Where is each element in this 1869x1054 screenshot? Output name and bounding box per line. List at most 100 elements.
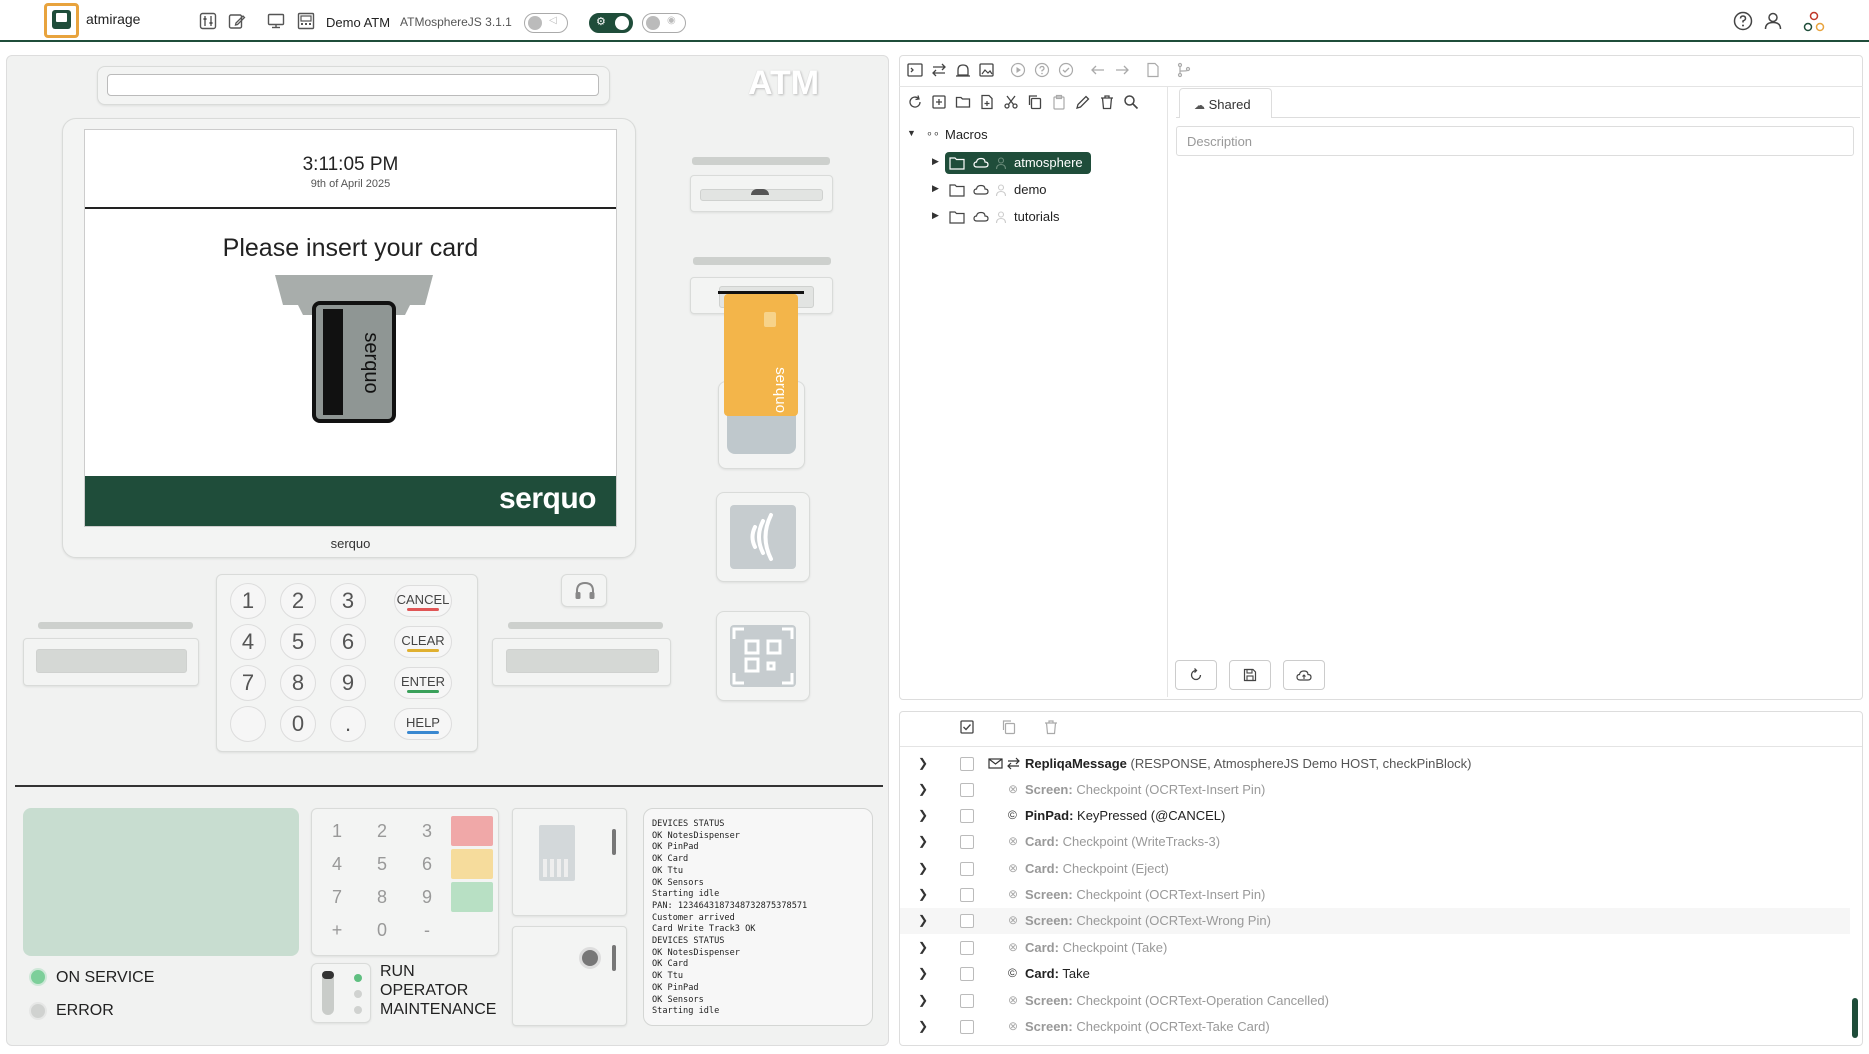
log-row[interactable]: ❯ ⊗ Screen: Checkpoint (OCRText-Operatio… [900, 988, 1850, 1014]
op-key-4[interactable]: 4 [322, 849, 352, 879]
key-dot[interactable]: . [330, 706, 366, 742]
edit-icon[interactable] [228, 12, 246, 30]
op-key-plus[interactable]: + [322, 915, 352, 945]
tree-folder-atmosphere[interactable]: ▶ atmosphere [929, 152, 1159, 174]
tree-root-macros[interactable]: ▼ ∘∘ Macros [907, 124, 1157, 146]
row-checkbox[interactable] [960, 835, 974, 849]
new-file-icon[interactable] [979, 94, 995, 110]
log-row[interactable]: ❯ © Card: Take [900, 961, 1850, 987]
op-key-2[interactable]: 2 [367, 816, 397, 846]
chevron-right-icon[interactable]: ❯ [918, 834, 928, 848]
log-scrollbar[interactable] [1852, 998, 1858, 1038]
row-checkbox[interactable] [960, 967, 974, 981]
op-key-minus[interactable]: - [412, 915, 442, 945]
atm-screen[interactable]: 3:11:05 PM 9th of April 2025 Please inse… [84, 129, 617, 527]
qr-reader[interactable] [730, 625, 796, 687]
headset-jack[interactable] [561, 574, 607, 607]
log-row[interactable]: ❯ ⊗ Screen: Checkpoint (OCRText-Take Car… [900, 1014, 1850, 1040]
delete-icon[interactable] [1043, 719, 1059, 735]
receipt-printer[interactable] [690, 175, 833, 212]
op-key-1[interactable]: 1 [322, 816, 352, 846]
mode-switch[interactable] [311, 963, 371, 1023]
log-row[interactable]: ❯ ⊗ Card: Checkpoint (WriteTracks-3) [900, 829, 1850, 855]
chevron-right-icon[interactable]: ❯ [918, 861, 928, 875]
log-row[interactable]: ❯ © PinPad: KeyPressed (@CANCEL) [900, 803, 1850, 829]
op-enter-key[interactable] [451, 882, 493, 912]
tab-shared[interactable]: ☁ Shared [1179, 88, 1272, 118]
rename-icon[interactable] [1075, 94, 1091, 110]
op-key-7[interactable]: 7 [322, 882, 352, 912]
log-row[interactable]: ❯ ⊗ Screen: Checkpoint (OCRText-Insert P… [900, 882, 1850, 908]
key-2[interactable]: 2 [280, 583, 316, 619]
key-7[interactable]: 7 [230, 665, 266, 701]
new-folder-icon[interactable] [955, 94, 971, 110]
log-row[interactable]: ❯ RepliqaMessage (RESPONSE, AtmosphereJS… [900, 751, 1850, 777]
question-icon[interactable] [1034, 62, 1050, 78]
arrow-right-icon[interactable] [1114, 62, 1130, 78]
row-checkbox[interactable] [960, 862, 974, 876]
copy-icon[interactable] [1027, 94, 1043, 110]
alarm-icon[interactable] [955, 62, 971, 78]
key-blank[interactable] [230, 706, 266, 742]
debit-card[interactable]: serquo [724, 294, 798, 416]
terminal-icon[interactable] [907, 62, 923, 78]
play-icon[interactable] [1010, 62, 1026, 78]
chevron-right-icon[interactable]: ❯ [918, 993, 928, 1007]
transfer-icon[interactable] [931, 62, 947, 78]
help-button[interactable]: HELP [394, 708, 452, 740]
delete-icon[interactable] [1099, 94, 1115, 110]
cut-icon[interactable] [1003, 94, 1019, 110]
tree-folder-tutorials[interactable]: ▶ tutorials [929, 206, 1159, 228]
key-6[interactable]: 6 [330, 624, 366, 660]
chevron-right-icon[interactable]: ❯ [918, 940, 928, 954]
op-key-6[interactable]: 6 [412, 849, 442, 879]
atm-icon[interactable] [297, 12, 315, 30]
log-row[interactable]: ❯ ⊗ Screen: Checkpoint (OCRText-Insert P… [900, 777, 1850, 803]
op-key-0[interactable]: 0 [367, 915, 397, 945]
description-input[interactable] [1176, 126, 1854, 156]
log-row[interactable]: ❯ ⊗ Card: Checkpoint (Take) [900, 935, 1850, 961]
tree-folder-demo[interactable]: ▶ demo [929, 179, 1159, 201]
upload-button[interactable] [1283, 660, 1325, 690]
document-icon[interactable] [1145, 62, 1161, 78]
row-checkbox[interactable] [960, 888, 974, 902]
op-cancel-key[interactable] [451, 816, 493, 846]
check-circle-icon[interactable] [1058, 62, 1074, 78]
op-key-5[interactable]: 5 [367, 849, 397, 879]
log-row[interactable]: ❯ ⊗ Screen: Checkpoint (OCRText-Wrong Pi… [900, 908, 1850, 934]
branch-icon[interactable] [1176, 62, 1192, 78]
copy-icon[interactable] [1001, 719, 1017, 735]
revert-button[interactable] [1175, 660, 1217, 690]
key-9[interactable]: 9 [330, 665, 366, 701]
monitor-icon[interactable] [267, 12, 285, 30]
op-key-9[interactable]: 9 [412, 882, 442, 912]
op-key-3[interactable]: 3 [412, 816, 442, 846]
enter-button[interactable]: ENTER [394, 667, 452, 699]
chevron-right-icon[interactable]: ❯ [918, 966, 928, 980]
paste-icon[interactable] [1051, 94, 1067, 110]
sound-toggle[interactable]: ◁ [524, 13, 568, 33]
key-1[interactable]: 1 [230, 583, 266, 619]
cancel-button[interactable]: CANCEL [394, 585, 452, 617]
deposit-slot[interactable] [23, 638, 199, 686]
refresh-icon[interactable] [907, 94, 923, 110]
row-checkbox[interactable] [960, 914, 974, 928]
clear-button[interactable]: CLEAR [394, 626, 452, 658]
user-icon[interactable] [1763, 11, 1783, 31]
key-4[interactable]: 4 [230, 624, 266, 660]
cash-dispenser[interactable] [492, 638, 671, 686]
row-checkbox[interactable] [960, 809, 974, 823]
row-checkbox[interactable] [960, 757, 974, 771]
key-5[interactable]: 5 [280, 624, 316, 660]
help-icon[interactable] [1733, 11, 1753, 31]
chevron-right-icon[interactable]: ❯ [918, 1019, 928, 1033]
row-checkbox[interactable] [960, 1020, 974, 1034]
row-checkbox[interactable] [960, 783, 974, 797]
panel-splitter[interactable] [1167, 87, 1168, 697]
key-3[interactable]: 3 [330, 583, 366, 619]
op-key-8[interactable]: 8 [367, 882, 397, 912]
new-project-icon[interactable] [931, 94, 947, 110]
key-0[interactable]: 0 [280, 706, 316, 742]
row-checkbox[interactable] [960, 941, 974, 955]
chevron-right-icon[interactable]: ❯ [918, 808, 928, 822]
